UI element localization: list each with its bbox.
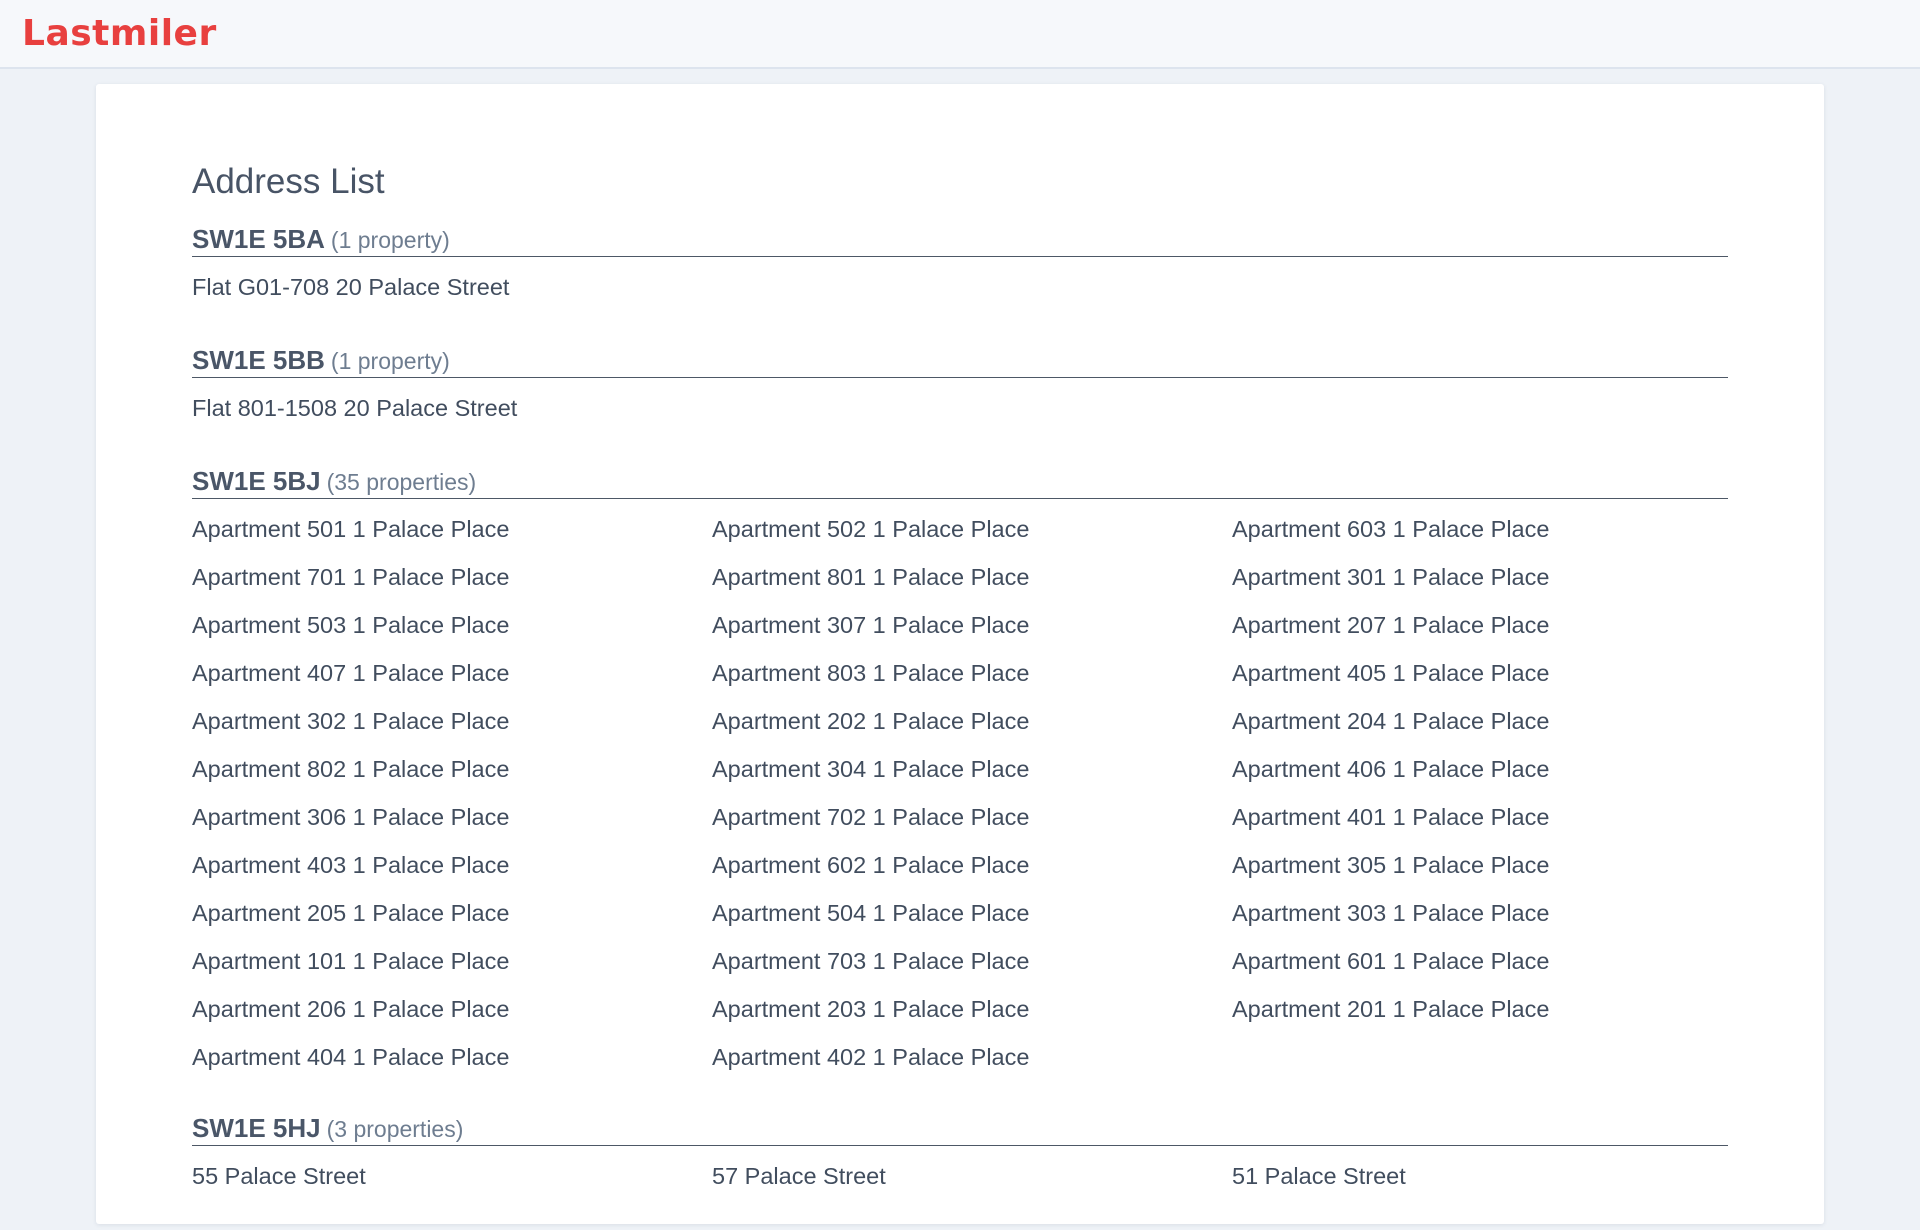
address-item[interactable]: Apartment 703 1 Palace Place bbox=[712, 937, 1232, 985]
address-item[interactable]: Apartment 203 1 Palace Place bbox=[712, 985, 1232, 1033]
postcode-groups: SW1E 5BA (1 property) Flat G01-708 20 Pala… bbox=[192, 222, 1728, 1200]
page-title: Address List bbox=[192, 162, 385, 201]
postcode-group-header: SW1E 5BA (1 property) bbox=[192, 222, 1728, 257]
address-item[interactable]: Apartment 405 1 Palace Place bbox=[1232, 649, 1728, 697]
address-item[interactable]: Apartment 701 1 Palace Place bbox=[192, 553, 712, 601]
address-item[interactable]: Apartment 603 1 Palace Place bbox=[1232, 505, 1728, 553]
postcode-group-header: SW1E 5HJ (3 properties) bbox=[192, 1111, 1728, 1146]
postcode-label: SW1E 5BJ bbox=[192, 466, 321, 496]
postcode-label: SW1E 5BA bbox=[192, 224, 325, 254]
app-logo[interactable]: Lastmiler bbox=[22, 12, 217, 56]
address-item[interactable]: Apartment 202 1 Palace Place bbox=[712, 697, 1232, 745]
postcode-group-header: SW1E 5BB (1 property) bbox=[192, 343, 1728, 378]
address-item[interactable]: Apartment 503 1 Palace Place bbox=[192, 601, 712, 649]
postcode-label: SW1E 5HJ bbox=[192, 1113, 321, 1143]
address-item[interactable]: Apartment 601 1 Palace Place bbox=[1232, 937, 1728, 985]
address-item[interactable]: Apartment 306 1 Palace Place bbox=[192, 793, 712, 841]
postcode-label: SW1E 5BB bbox=[192, 345, 325, 375]
address-item[interactable]: Apartment 307 1 Palace Place bbox=[712, 601, 1232, 649]
address-grid: Flat G01-708 20 Palace Street bbox=[192, 263, 1728, 311]
address-grid: Flat 801-1508 20 Palace Street bbox=[192, 384, 1728, 432]
address-item[interactable]: Apartment 304 1 Palace Place bbox=[712, 745, 1232, 793]
address-item[interactable]: Apartment 205 1 Palace Place bbox=[192, 889, 712, 937]
postcode-group: SW1E 5BA (1 property) Flat G01-708 20 Pala… bbox=[192, 222, 1728, 311]
address-item[interactable]: Apartment 404 1 Palace Place bbox=[192, 1033, 712, 1081]
postcode-group: SW1E 5BB (1 property) Flat 801-1508 20 Pal… bbox=[192, 343, 1728, 432]
address-item[interactable]: Apartment 403 1 Palace Place bbox=[192, 841, 712, 889]
address-item[interactable]: Apartment 702 1 Palace Place bbox=[712, 793, 1232, 841]
address-item[interactable]: Apartment 204 1 Palace Place bbox=[1232, 697, 1728, 745]
address-item[interactable]: Apartment 201 1 Palace Place bbox=[1232, 985, 1728, 1033]
address-item[interactable]: Apartment 302 1 Palace Place bbox=[192, 697, 712, 745]
address-item[interactable]: Apartment 402 1 Palace Place bbox=[712, 1033, 1232, 1081]
postcode-group: SW1E 5BJ (35 properties) Apartment 501 1 P… bbox=[192, 464, 1728, 1081]
address-item[interactable]: Apartment 305 1 Palace Place bbox=[1232, 841, 1728, 889]
address-list-content: Address List SW1E 5BA (1 property) Flat G0… bbox=[192, 158, 1728, 1230]
address-item[interactable]: Apartment 407 1 Palace Place bbox=[192, 649, 712, 697]
property-count: (35 properties) bbox=[326, 469, 477, 495]
address-item[interactable]: Apartment 504 1 Palace Place bbox=[712, 889, 1232, 937]
address-item[interactable]: Flat G01-708 20 Palace Street bbox=[192, 263, 712, 311]
property-count: (3 properties) bbox=[326, 1116, 464, 1142]
address-item[interactable]: Apartment 803 1 Palace Place bbox=[712, 649, 1232, 697]
address-item[interactable]: Apartment 602 1 Palace Place bbox=[712, 841, 1232, 889]
top-bar: Lastmiler bbox=[0, 0, 1920, 69]
address-item[interactable]: Apartment 207 1 Palace Place bbox=[1232, 601, 1728, 649]
address-item[interactable]: Apartment 501 1 Palace Place bbox=[192, 505, 712, 553]
address-item[interactable]: 51 Palace Street bbox=[1232, 1152, 1728, 1200]
address-item[interactable]: Apartment 101 1 Palace Place bbox=[192, 937, 712, 985]
property-count: (1 property) bbox=[330, 227, 450, 253]
address-item[interactable]: 55 Palace Street bbox=[192, 1152, 712, 1200]
address-grid: 55 Palace Street 57 Palace Street 51 Palac… bbox=[192, 1152, 1728, 1200]
property-count: (1 property) bbox=[330, 348, 450, 374]
address-item[interactable]: Apartment 303 1 Palace Place bbox=[1232, 889, 1728, 937]
postcode-group-header: SW1E 5BJ (35 properties) bbox=[192, 464, 1728, 499]
address-item[interactable]: Flat 801-1508 20 Palace Street bbox=[192, 384, 712, 432]
address-item[interactable]: 57 Palace Street bbox=[712, 1152, 1232, 1200]
address-item[interactable]: Apartment 502 1 Palace Place bbox=[712, 505, 1232, 553]
address-item[interactable]: Apartment 206 1 Palace Place bbox=[192, 985, 712, 1033]
address-item[interactable]: Apartment 802 1 Palace Place bbox=[192, 745, 712, 793]
address-grid: Apartment 501 1 Palace Place Apartment 50… bbox=[192, 505, 1728, 1081]
postcode-group: SW1E 5HJ (3 properties) 55 Palace Street 57… bbox=[192, 1111, 1728, 1200]
address-item[interactable]: Apartment 801 1 Palace Place bbox=[712, 553, 1232, 601]
address-list-card: Address List SW1E 5BA (1 property) Flat G0… bbox=[96, 84, 1824, 1224]
address-item[interactable]: Apartment 406 1 Palace Place bbox=[1232, 745, 1728, 793]
address-item[interactable]: Apartment 301 1 Palace Place bbox=[1232, 553, 1728, 601]
address-item[interactable]: Apartment 401 1 Palace Place bbox=[1232, 793, 1728, 841]
